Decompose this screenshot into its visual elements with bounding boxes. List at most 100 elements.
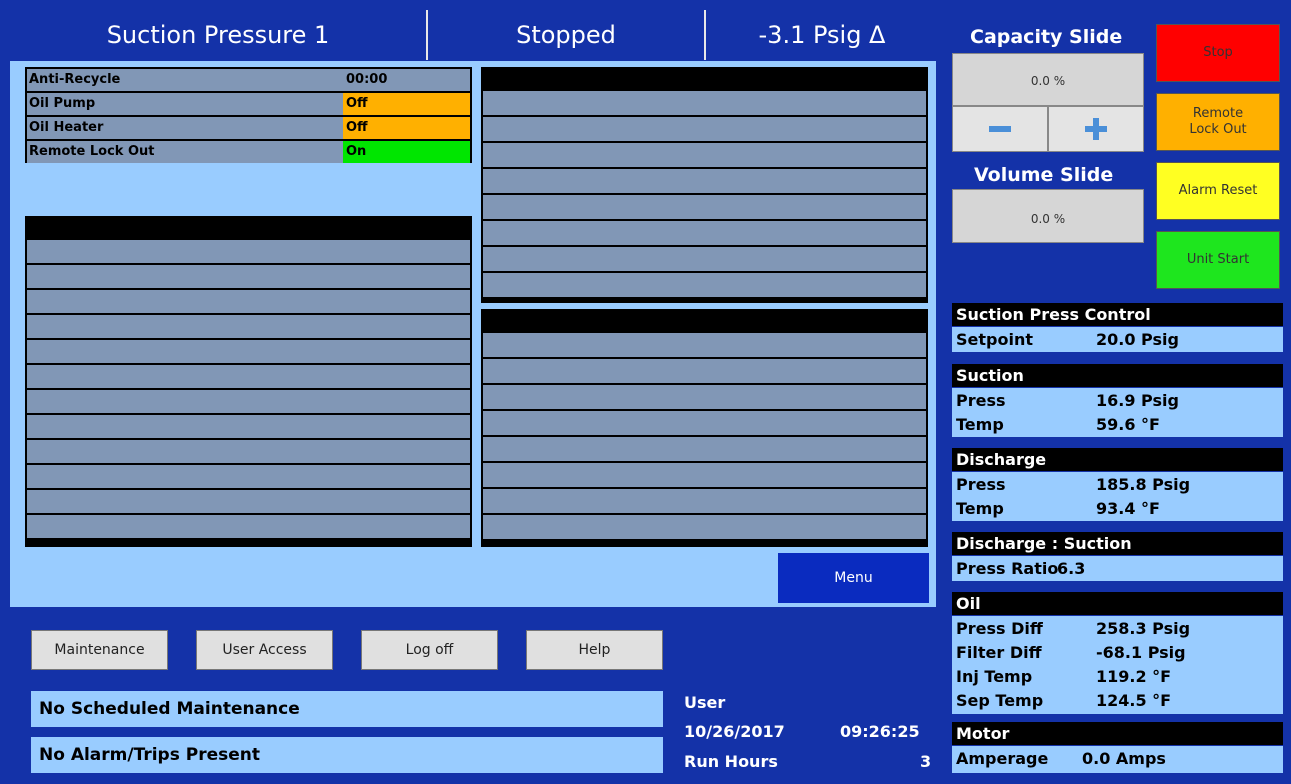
unit-state: Stopped — [516, 21, 616, 49]
setpoint-label: Setpoint — [956, 330, 1033, 349]
status-label: Oil Heater — [29, 120, 104, 135]
maintenance-message: No Scheduled Maintenance — [31, 691, 663, 727]
data-grid-right-bottom — [481, 309, 928, 547]
oil-inj-temp-row: Inj Temp 119.2 °F — [952, 664, 1283, 688]
suction-temp-row: Temp 59.6 °F — [952, 412, 1283, 436]
capacity-slide-value: 0.0 % — [952, 53, 1144, 106]
grid-row — [27, 265, 470, 288]
grid-row — [27, 390, 470, 413]
status-value: Off — [343, 93, 470, 115]
data-grid-right-top — [481, 67, 928, 303]
grid-row — [27, 490, 470, 513]
data-grid-left — [25, 216, 472, 547]
user-access-button[interactable]: User Access — [196, 630, 333, 670]
oil-sep-temp-row: Sep Temp 124.5 °F — [952, 688, 1283, 712]
suction-press-control-body: Setpoint 20.0 Psig — [952, 327, 1283, 352]
oil-body: Press Diff 258.3 Psig Filter Diff -68.1 … — [952, 616, 1283, 714]
remote-lock-out-button[interactable]: Remote Lock Out — [1156, 93, 1280, 151]
grid-row — [483, 273, 926, 297]
unit-start-button[interactable]: Unit Start — [1156, 231, 1280, 289]
oil-press-diff-value: 258.3 Psig — [1096, 619, 1191, 638]
discharge-body: Press 185.8 Psig Temp 93.4 °F — [952, 472, 1283, 521]
user-label: User — [684, 693, 726, 712]
discharge-temp-label: Temp — [956, 499, 1004, 518]
discharge-temp-row: Temp 93.4 °F — [952, 496, 1283, 520]
grid-row — [483, 463, 926, 487]
status-value: On — [343, 141, 470, 163]
grid-row — [27, 315, 470, 338]
log-off-button[interactable]: Log off — [361, 630, 498, 670]
press-ratio-value: 6.3 — [1057, 559, 1086, 578]
oil-filter-diff-value: -68.1 Psig — [1096, 643, 1186, 662]
discharge-press-value: 185.8 Psig — [1096, 475, 1191, 494]
pressure-delta: -3.1 Psig Δ — [758, 21, 886, 49]
grid-row — [27, 290, 470, 313]
capacity-decrease-button[interactable] — [952, 106, 1048, 152]
grid-header — [27, 218, 470, 240]
amperage-row: Amperage 0.0 Amps — [952, 746, 1283, 770]
alarm-message: No Alarm/Trips Present — [31, 737, 663, 773]
motor-body: Amperage 0.0 Amps — [952, 746, 1283, 773]
setpoint-row: Setpoint 20.0 Psig — [952, 327, 1283, 351]
grid-row — [27, 415, 470, 438]
suction-header: Suction — [952, 364, 1283, 387]
grid-row — [483, 411, 926, 435]
oil-filter-diff-label: Filter Diff — [956, 643, 1042, 662]
grid-row — [483, 385, 926, 409]
grid-row — [483, 515, 926, 539]
oil-header: Oil — [952, 592, 1283, 615]
grid-row — [483, 247, 926, 271]
grid-row — [27, 240, 470, 263]
capacity-slide-title: Capacity Slide — [970, 26, 1123, 48]
grid-row — [483, 489, 926, 513]
oil-inj-temp-value: 119.2 °F — [1096, 667, 1172, 686]
volume-slide-value: 0.0 % — [952, 189, 1144, 243]
press-ratio-label: Press Ratio — [956, 559, 1059, 578]
suction-press-row: Press 16.9 Psig — [952, 388, 1283, 412]
status-table: Anti-Recycle 00:00 Oil Pump Off Oil Heat… — [25, 67, 472, 163]
alarm-reset-button[interactable]: Alarm Reset — [1156, 162, 1280, 220]
status-label: Anti-Recycle — [29, 72, 121, 87]
status-label: Oil Pump — [29, 96, 96, 111]
amperage-value: 0.0 Amps — [1082, 749, 1166, 768]
suction-temp-value: 59.6 °F — [1096, 415, 1160, 434]
oil-inj-temp-label: Inj Temp — [956, 667, 1033, 686]
suction-temp-label: Temp — [956, 415, 1004, 434]
volume-slide-title: Volume Slide — [974, 164, 1114, 186]
discharge-press-row: Press 185.8 Psig — [952, 472, 1283, 496]
grid-row — [483, 221, 926, 245]
time-display: 09:26:25 — [840, 722, 920, 741]
oil-sep-temp-label: Sep Temp — [956, 691, 1044, 710]
grid-header — [483, 69, 926, 91]
status-row-oil-pump: Oil Pump Off — [27, 93, 470, 115]
discharge-press-label: Press — [956, 475, 1006, 494]
oil-sep-temp-value: 124.5 °F — [1096, 691, 1172, 710]
grid-row — [27, 465, 470, 488]
grid-row — [27, 440, 470, 463]
oil-press-diff-label: Press Diff — [956, 619, 1043, 638]
grid-row — [483, 359, 926, 383]
discharge-header: Discharge — [952, 448, 1283, 471]
menu-button[interactable]: Menu — [778, 553, 929, 603]
suction-press-value: 16.9 Psig — [1096, 391, 1179, 410]
ratio-body: Press Ratio 6.3 — [952, 556, 1283, 581]
status-row-remote-lock-out: Remote Lock Out On — [27, 141, 470, 163]
run-hours-label: Run Hours — [684, 752, 778, 771]
stop-button[interactable]: Stop — [1156, 24, 1280, 82]
grid-row — [27, 365, 470, 388]
grid-row — [483, 333, 926, 357]
maintenance-button[interactable]: Maintenance — [31, 630, 168, 670]
status-row-anti-recycle: Anti-Recycle 00:00 — [27, 69, 470, 91]
plus-icon — [1085, 118, 1107, 140]
grid-row — [483, 437, 926, 461]
grid-row — [483, 117, 926, 141]
oil-press-diff-row: Press Diff 258.3 Psig — [952, 616, 1283, 640]
status-value: Off — [343, 117, 470, 139]
grid-header — [483, 311, 926, 333]
grid-row — [483, 143, 926, 167]
grid-row — [27, 340, 470, 363]
capacity-increase-button[interactable] — [1048, 106, 1144, 152]
motor-header: Motor — [952, 722, 1283, 745]
help-button[interactable]: Help — [526, 630, 663, 670]
minus-icon — [989, 126, 1011, 132]
